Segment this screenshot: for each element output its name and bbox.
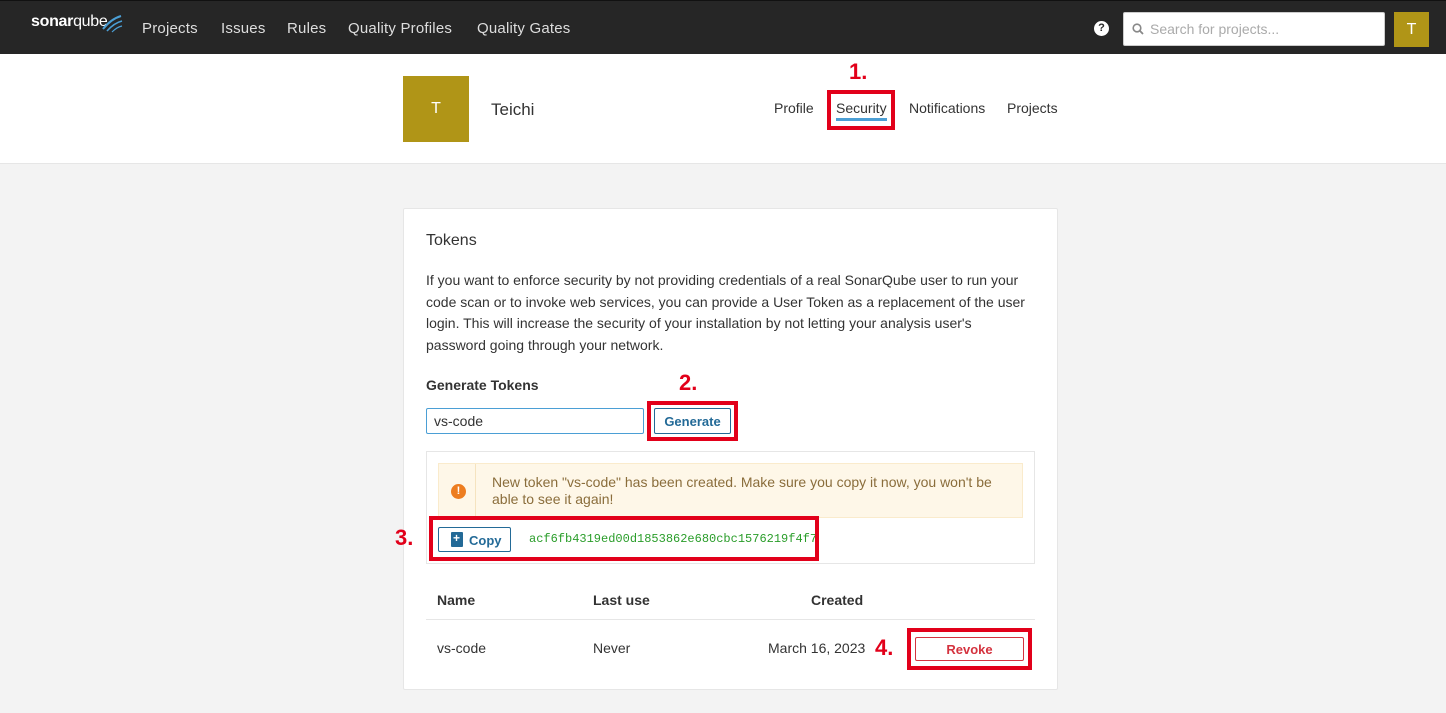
sonarqube-logo[interactable]: sonarqube bbox=[31, 13, 108, 31]
nav-projects[interactable]: Projects bbox=[142, 20, 198, 37]
column-header-name: Name bbox=[437, 592, 476, 608]
tab-profile[interactable]: Profile bbox=[774, 100, 814, 116]
nav-rules[interactable]: Rules bbox=[287, 20, 326, 37]
tokens-title: Tokens bbox=[426, 232, 477, 249]
token-name-input[interactable] bbox=[426, 408, 644, 434]
annotation-box-revoke bbox=[907, 628, 1032, 670]
top-navbar: sonarqube Projects Issues Rules Quality … bbox=[0, 0, 1446, 54]
tokens-description: If you want to enforce security by not p… bbox=[426, 272, 1025, 353]
search-input[interactable] bbox=[1150, 19, 1380, 39]
search-box[interactable] bbox=[1123, 12, 1385, 46]
annotation-box-security-tab bbox=[827, 90, 895, 130]
nav-issues[interactable]: Issues bbox=[221, 20, 266, 37]
nav-quality-gates[interactable]: Quality Gates bbox=[477, 20, 570, 37]
profile-username: Teichi bbox=[491, 100, 535, 119]
profile-avatar: T bbox=[403, 76, 469, 142]
annotation-number-3: 3. bbox=[395, 525, 414, 550]
annotation-number-2: 2. bbox=[679, 370, 698, 395]
generate-tokens-heading: Generate Tokens bbox=[426, 377, 539, 393]
profile-header: T Teichi Profile Security Notifications … bbox=[0, 54, 1446, 164]
tab-projects[interactable]: Projects bbox=[1007, 100, 1058, 116]
warning-icon-cell: ! bbox=[439, 464, 476, 517]
annotation-number-1: 1. bbox=[849, 59, 868, 84]
token-row-created: March 16, 2023 bbox=[768, 640, 866, 656]
warning-text: New token "vs-code" has been created. Ma… bbox=[492, 474, 992, 507]
new-token-warning: ! New token "vs-code" has been created. … bbox=[438, 463, 1023, 518]
column-header-created: Created bbox=[811, 592, 864, 608]
annotation-box-generate bbox=[647, 401, 738, 441]
nav-quality-profiles[interactable]: Quality Profiles bbox=[348, 20, 452, 37]
column-header-last-use: Last use bbox=[593, 592, 650, 608]
annotation-box-copy-token bbox=[429, 516, 819, 561]
table-divider bbox=[426, 619, 1035, 620]
help-icon[interactable]: ? bbox=[1094, 21, 1109, 36]
sonarqube-logo-arcs-icon bbox=[102, 15, 123, 33]
user-avatar-menu[interactable]: T bbox=[1394, 12, 1429, 47]
annotation-number-4: 4. bbox=[875, 635, 894, 660]
warning-icon: ! bbox=[451, 484, 466, 499]
search-icon bbox=[1132, 23, 1144, 35]
tab-notifications[interactable]: Notifications bbox=[909, 100, 985, 116]
token-row-name: vs-code bbox=[437, 640, 487, 656]
token-row-last-use: Never bbox=[593, 640, 631, 656]
